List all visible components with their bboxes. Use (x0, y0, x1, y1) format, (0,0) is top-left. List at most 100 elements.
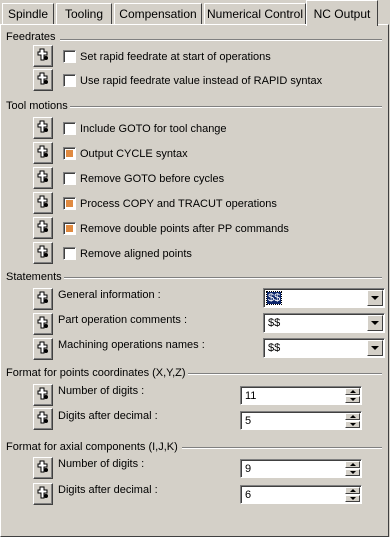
lock-formula-button[interactable] (33, 313, 53, 335)
tool-motion-option-4[interactable]: Process COPY and TRACUT operations (63, 197, 277, 210)
tab-spindle[interactable]: Spindle (2, 3, 54, 24)
tab-label: Numerical Control (206, 7, 304, 21)
checkbox[interactable] (63, 50, 76, 63)
points-digits-after-decimal-input[interactable]: 5 (240, 411, 362, 430)
lock-formula-icon (36, 71, 51, 89)
spin-value: 5 (245, 415, 252, 427)
spin-up-icon[interactable] (345, 388, 360, 395)
chevron-down-icon[interactable] (367, 290, 383, 306)
spin-down-icon[interactable] (345, 396, 360, 403)
spin-buttons (345, 413, 360, 428)
lock-formula-icon (36, 144, 51, 162)
tool-motion-option-2[interactable]: Output CYCLE syntax (63, 147, 188, 160)
tab-label: NC Output (313, 6, 371, 21)
checkbox-label: Set rapid feedrate at start of operation… (80, 50, 271, 63)
tool-motion-option-5[interactable]: Remove double points after PP commands (63, 222, 289, 235)
lock-formula-icon (36, 315, 51, 333)
lock-formula-button[interactable] (33, 384, 53, 406)
lock-formula-button[interactable] (33, 408, 53, 430)
tool-motion-option-3[interactable]: Remove GOTO before cycles (63, 172, 224, 185)
tab-nc-output[interactable]: NC Output (306, 0, 378, 26)
lock-formula-icon (36, 410, 51, 428)
spin-down-icon[interactable] (345, 469, 360, 476)
checkbox-label: Remove GOTO before cycles (80, 172, 225, 185)
checkbox[interactable] (63, 74, 76, 87)
lock-formula-button[interactable] (33, 69, 53, 91)
tool-motion-option-1[interactable]: Include GOTO for tool change (63, 122, 227, 135)
lock-formula-button[interactable] (33, 142, 53, 164)
section-title-feedrates: Feedrates (6, 31, 58, 43)
lock-formula-button[interactable] (33, 192, 53, 214)
spin-value: 9 (245, 463, 252, 475)
section-divider (64, 277, 382, 279)
feedrate-option-1[interactable]: Set rapid feedrate at start of operation… (63, 50, 271, 63)
lock-formula-button[interactable] (33, 217, 53, 239)
spin-up-icon[interactable] (345, 413, 360, 420)
tab-label: Tooling (64, 7, 104, 21)
chevron-down-icon[interactable] (367, 315, 383, 331)
part-operation-comments-label: Part operation comments : (58, 314, 188, 326)
checkbox-label: Output CYCLE syntax (80, 147, 188, 160)
checkbox[interactable] (63, 172, 76, 185)
tab-tooling[interactable]: Tooling (56, 3, 112, 24)
lock-formula-button[interactable] (33, 117, 53, 139)
section-title-tool-motions: Tool motions (6, 100, 70, 112)
combo-value: $$ (268, 342, 281, 354)
axial-digits-after-decimal-label: Digits after decimal : (58, 484, 158, 496)
lock-formula-icon (36, 290, 51, 308)
checkbox-label: Use rapid feedrate value instead of RAPI… (80, 74, 323, 87)
lock-formula-button[interactable] (33, 45, 53, 67)
section-title-points-format: Format for points coordinates (X,Y,Z) (6, 367, 188, 379)
lock-formula-icon (36, 47, 51, 65)
tab-bar: Spindle Tooling Compensation Numerical C… (0, 0, 390, 26)
lock-formula-icon (36, 194, 51, 212)
lock-formula-button[interactable] (33, 288, 53, 310)
tab-compensation[interactable]: Compensation (114, 3, 202, 24)
part-operation-comments-select[interactable]: $$ (263, 313, 385, 333)
lock-formula-button[interactable] (33, 483, 53, 505)
checkbox[interactable] (63, 147, 76, 160)
lock-formula-icon (36, 485, 51, 503)
lock-formula-icon (36, 340, 51, 358)
machining-operations-names-label: Machining operations names : (58, 339, 205, 351)
spin-buttons (345, 461, 360, 476)
lock-formula-button[interactable] (33, 167, 53, 189)
section-divider (70, 106, 382, 108)
points-number-of-digits-input[interactable]: 11 (240, 386, 362, 405)
spin-up-icon[interactable] (345, 461, 360, 468)
general-information-select[interactable]: $$ (263, 288, 385, 308)
tab-numerical-control[interactable]: Numerical Control (204, 3, 306, 24)
checkbox[interactable] (63, 222, 76, 235)
lock-formula-icon (36, 219, 51, 237)
checkbox-label: Process COPY and TRACUT operations (80, 197, 277, 210)
section-divider (60, 39, 382, 41)
tool-motion-option-6[interactable]: Remove aligned points (63, 247, 192, 260)
section-divider (188, 373, 382, 375)
chevron-down-icon[interactable] (367, 340, 383, 356)
section-title-statements: Statements (6, 271, 64, 283)
lock-formula-icon (36, 169, 51, 187)
points-digits-after-decimal-label: Digits after decimal : (58, 410, 158, 422)
section-divider (182, 447, 382, 449)
lock-formula-icon (36, 244, 51, 262)
checkbox[interactable] (63, 197, 76, 210)
feedrate-option-2[interactable]: Use rapid feedrate value instead of RAPI… (63, 74, 322, 87)
checkbox-label: Include GOTO for tool change (80, 122, 227, 135)
checkbox[interactable] (63, 247, 76, 260)
tab-label: Spindle (7, 7, 49, 21)
spin-value: 6 (245, 489, 252, 501)
axial-digits-after-decimal-input[interactable]: 6 (240, 485, 362, 504)
lock-formula-button[interactable] (33, 338, 53, 360)
spin-down-icon[interactable] (345, 495, 360, 502)
lock-formula-button[interactable] (33, 457, 53, 479)
spin-down-icon[interactable] (345, 421, 360, 428)
lock-formula-button[interactable] (33, 242, 53, 264)
checkbox-label: Remove aligned points (80, 247, 192, 260)
axial-number-of-digits-input[interactable]: 9 (240, 459, 362, 478)
checkbox[interactable] (63, 122, 76, 135)
checkbox-label: Remove double points after PP commands (80, 222, 289, 235)
machining-operations-names-select[interactable]: $$ (263, 338, 385, 358)
axial-number-of-digits-label: Number of digits : (58, 458, 145, 470)
spin-up-icon[interactable] (345, 487, 360, 494)
lock-formula-icon (36, 459, 51, 477)
